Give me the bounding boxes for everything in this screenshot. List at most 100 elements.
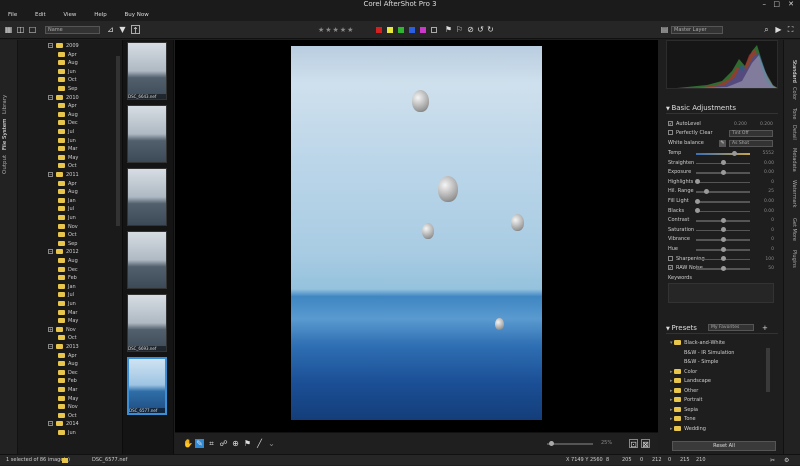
tab-file-system[interactable]: File System xyxy=(2,119,8,150)
tree-item[interactable]: Jun xyxy=(58,300,76,309)
tree-item[interactable]: Oct xyxy=(58,162,77,171)
heal-icon[interactable]: ⊕ xyxy=(231,439,240,448)
perfectly-clear-select[interactable]: Tint Off xyxy=(729,130,773,137)
adjustment-slider-knob[interactable] xyxy=(704,188,710,194)
chevron-down-icon[interactable]: ⌄ xyxy=(267,439,276,448)
minimize-icon[interactable]: – xyxy=(763,0,767,9)
tree-item[interactable]: Apr xyxy=(58,102,77,111)
menu-help[interactable]: Help xyxy=(94,12,107,18)
adjustment-value[interactable]: 0.00 xyxy=(764,168,774,177)
tab-output[interactable]: Output xyxy=(2,155,8,174)
tree-scrollbar[interactable] xyxy=(116,56,120,226)
adjustment-value[interactable]: 0 xyxy=(771,216,774,225)
tree-item[interactable]: Sep xyxy=(58,240,77,249)
adjustment-slider-knob[interactable] xyxy=(720,217,726,223)
tree-item[interactable]: − 2011 xyxy=(48,171,79,180)
expand-toggle-icon[interactable]: − xyxy=(48,43,53,48)
main-photo[interactable] xyxy=(291,46,542,420)
adjustment-value[interactable]: 0.00 xyxy=(764,207,774,216)
tree-item[interactable]: Aug xyxy=(58,59,78,68)
adjustment-slider-knob[interactable] xyxy=(720,256,726,262)
tree-item[interactable]: Dec xyxy=(58,119,78,128)
tree-item[interactable]: Oct xyxy=(58,412,77,421)
adjustment-slider-knob[interactable] xyxy=(720,265,726,271)
color-label-swatch[interactable] xyxy=(387,27,393,33)
fullscreen-icon[interactable]: ⛶ xyxy=(786,25,795,34)
watermark-icon[interactable]: ⚑ xyxy=(243,439,252,448)
expand-toggle-icon[interactable]: + xyxy=(48,326,53,332)
tree-item[interactable]: Jul xyxy=(58,205,74,214)
adjustment-slider-knob[interactable] xyxy=(720,246,726,252)
tree-item[interactable]: Oct xyxy=(58,334,77,343)
tree-item[interactable]: Oct xyxy=(58,231,77,240)
tree-item[interactable]: Jan xyxy=(58,283,76,292)
tree-item[interactable]: Jul xyxy=(58,128,74,137)
color-label-swatch[interactable] xyxy=(420,27,426,33)
layer-select[interactable]: Master Layer xyxy=(671,26,723,34)
preset-item[interactable]: ▸ Other xyxy=(670,387,698,396)
filter-icon[interactable]: ⊿ xyxy=(106,25,115,34)
tree-item[interactable]: Aug xyxy=(58,257,78,266)
fit-icon[interactable]: ⊡ xyxy=(629,439,638,449)
adjustment-slider-knob[interactable] xyxy=(720,169,726,175)
tree-item[interactable]: − 2009 xyxy=(48,42,79,51)
right-tab[interactable]: Detail xyxy=(791,125,797,140)
presets-header[interactable]: ▼ Presets My Favorites + xyxy=(666,322,778,334)
menu-edit[interactable]: Edit xyxy=(35,12,46,18)
tree-item[interactable]: Dec xyxy=(58,369,78,378)
right-tab[interactable]: Watermark xyxy=(791,180,797,208)
sort-select[interactable]: Name xyxy=(45,26,100,34)
preset-item[interactable]: ▾ Black-and-White xyxy=(670,339,725,348)
filmstrip-thumbnail[interactable] xyxy=(127,105,167,163)
adjustment-value[interactable]: 0.00 xyxy=(764,197,774,206)
rotate-right-icon[interactable]: ↻ xyxy=(486,25,495,34)
add-preset-icon[interactable]: + xyxy=(762,322,768,334)
presets-scrollbar[interactable] xyxy=(766,348,770,392)
adjustment-value[interactable]: 5552 xyxy=(763,149,774,158)
scissors-icon[interactable]: ✂ xyxy=(770,455,775,466)
rating-stars[interactable]: ★★★★★ xyxy=(318,26,354,34)
hand-tool-icon[interactable]: ✋ xyxy=(183,439,193,448)
eyedropper-icon[interactable]: ✎ xyxy=(719,140,726,147)
right-tab[interactable]: Color xyxy=(791,87,797,100)
adjustment-value[interactable]: 0 xyxy=(771,226,774,235)
preset-item[interactable]: ▸ Sepia xyxy=(670,406,698,415)
menu-file[interactable]: File xyxy=(8,12,17,18)
search-icon[interactable]: ⌕ xyxy=(762,25,771,34)
close-icon[interactable]: ✕ xyxy=(788,0,794,9)
slideshow-icon[interactable]: ▶ xyxy=(774,25,783,34)
tree-item[interactable]: Apr xyxy=(58,180,77,189)
layers-icon[interactable]: ▤ xyxy=(660,25,669,34)
autolevel-value-2[interactable]: 0.200 xyxy=(760,120,773,129)
adjustment-slider-knob[interactable] xyxy=(720,227,726,233)
color-label-none[interactable] xyxy=(431,27,437,33)
maximize-icon[interactable]: □ xyxy=(773,0,780,9)
basic-adjustments-header[interactable]: ▼ Basic Adjustments xyxy=(666,102,778,114)
color-label-swatch[interactable] xyxy=(376,27,382,33)
adjustment-slider-track[interactable] xyxy=(696,201,750,203)
tree-item[interactable]: Aug xyxy=(58,360,78,369)
tree-item[interactable]: Aug xyxy=(58,111,78,120)
right-tab[interactable]: Tone xyxy=(791,108,797,120)
adjustment-value[interactable]: 0.00 xyxy=(764,159,774,168)
tree-item[interactable]: May xyxy=(58,317,78,326)
settings-icon[interactable]: ⚙ xyxy=(784,455,789,466)
grid-view-icon[interactable]: ▦ xyxy=(4,25,13,34)
tree-item[interactable]: + Nov xyxy=(48,326,76,335)
right-tab[interactable]: Metadata xyxy=(791,148,797,172)
filmstrip-thumbnail[interactable] xyxy=(127,231,167,289)
color-label-swatch[interactable] xyxy=(409,27,415,33)
reset-all-button[interactable]: Reset All xyxy=(672,441,776,451)
adjustment-value[interactable]: 50 xyxy=(768,264,774,273)
tree-item[interactable]: Jun xyxy=(58,137,76,146)
tree-item[interactable]: Jun xyxy=(58,68,76,77)
right-tab[interactable]: Standard xyxy=(791,60,797,83)
pick-tool-icon[interactable]: ✎ xyxy=(195,439,204,448)
tree-item[interactable]: Jun xyxy=(58,429,76,438)
zoom-slider-knob[interactable] xyxy=(549,441,554,446)
tree-item[interactable]: − 2013 xyxy=(48,343,79,352)
filmstrip-thumbnail[interactable]: DSC_6693.nef xyxy=(127,294,167,352)
adjustment-slider-knob[interactable] xyxy=(694,179,700,185)
adjustment-value[interactable]: 25 xyxy=(768,187,774,196)
tree-item[interactable]: Jun xyxy=(58,214,76,223)
